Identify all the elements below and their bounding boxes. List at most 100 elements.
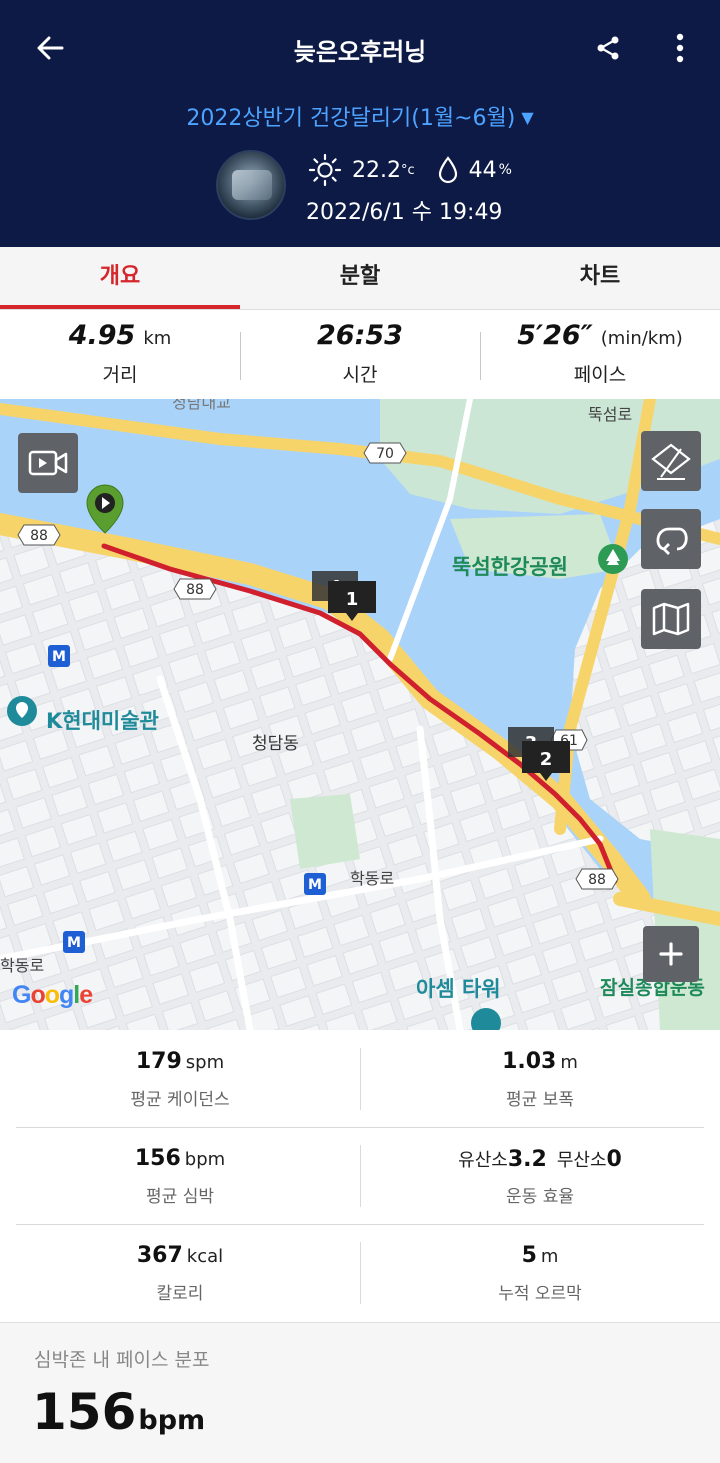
- route-loop-icon: [656, 527, 688, 555]
- humidity-value: 44: [468, 157, 497, 183]
- metro-icon: M: [63, 931, 85, 953]
- pace-label: 페이스: [573, 364, 627, 386]
- stats-grid: 179 spm 평균 케이던스 1.03 m 평균 보폭 156 bpm 평균 심박 …: [0, 1030, 720, 1322]
- more-vertical-icon: [676, 33, 684, 63]
- map-label-hakdong-road-2: 학동로: [0, 956, 45, 975]
- distance-unit: km: [143, 328, 172, 349]
- tab-splits[interactable]: 분할: [240, 247, 480, 309]
- map-label-park: 뚝섬한강공원: [452, 555, 568, 579]
- road-shield-88-a: 88: [17, 524, 61, 546]
- road-shield-70: 70: [363, 442, 407, 464]
- temperature-value: 22.2: [352, 157, 401, 183]
- distance-value: 4.95: [68, 320, 136, 351]
- calories-unit: kcal: [186, 1246, 224, 1267]
- training-effect-label: 운동 효율: [506, 1187, 574, 1207]
- cadence-value: 179: [135, 1049, 182, 1074]
- cadence-label: 평균 케이던스: [130, 1090, 230, 1110]
- svg-text:88: 88: [30, 528, 48, 544]
- pace-unit: (min/km): [600, 328, 683, 349]
- stride-value: 1.03: [502, 1049, 557, 1074]
- place-pin-icon: [7, 696, 37, 726]
- water-drop-icon: [438, 156, 457, 184]
- time-stat: 26:53 시간: [240, 310, 480, 399]
- tab-chart[interactable]: 차트: [480, 247, 720, 309]
- more-options-button[interactable]: [660, 28, 700, 68]
- tab-bar: 개요 분할 차트: [0, 247, 720, 310]
- heart-rate-value: 156: [134, 1146, 181, 1171]
- svg-text:1: 1: [346, 589, 359, 610]
- map-label-asem-tower: 아셈 타워: [416, 977, 501, 1001]
- place-pin-icon: [598, 544, 628, 574]
- svg-text:M: M: [52, 649, 66, 665]
- temperature-unit: °c: [400, 162, 415, 178]
- route-loop-button[interactable]: [641, 509, 701, 569]
- humidity-unit: %: [498, 162, 512, 178]
- route-map[interactable]: 70 88 88 61 88 M M M 4 1 3 2 청담대교 뚝: [0, 399, 720, 1030]
- svg-text:M: M: [308, 877, 322, 893]
- dropdown-caret-icon: ▼: [521, 108, 534, 127]
- program-label: 2022상반기 건강달리기(1월~6월): [186, 106, 516, 131]
- pace-value: 5′26″: [517, 320, 593, 351]
- pace-stat: 5′26″ (min/km) 페이스: [480, 310, 720, 399]
- svg-text:70: 70: [376, 446, 394, 462]
- stride-unit: m: [560, 1052, 578, 1073]
- cadence-unit: spm: [185, 1052, 225, 1073]
- share-icon: [597, 36, 619, 60]
- svg-text:88: 88: [186, 582, 204, 598]
- heart-rate-label: 평균 심박: [146, 1187, 214, 1207]
- activity-summary: 4.95 km 거리 26:53 시간 5′26″ (min/km) 페이스: [0, 310, 720, 399]
- video-button[interactable]: [18, 433, 78, 493]
- calories-value: 367: [136, 1243, 183, 1268]
- heart-zone-value: 156 bpm: [32, 1383, 205, 1441]
- road-shield-88-c: 88: [575, 868, 619, 890]
- stats-row: 367 kcal 칼로리 5m 누적 오르막: [0, 1224, 720, 1321]
- weather-info: 22.2 °c 44 %: [308, 152, 512, 188]
- map-label-cheongdam-bridge: 청담대교: [172, 399, 231, 412]
- tab-overview[interactable]: 개요: [0, 247, 240, 309]
- map-label-ttukseom-road: 뚝섬로: [588, 405, 633, 424]
- svg-text:2: 2: [540, 749, 553, 770]
- map-label-hakdong-road: 학동로: [350, 869, 395, 888]
- road-shield-88-b: 88: [173, 578, 217, 600]
- avatar[interactable]: [216, 150, 286, 220]
- svg-text:88: 88: [588, 872, 606, 888]
- video-icon: [28, 450, 68, 476]
- anaerobic-label: 무산소: [556, 1150, 607, 1171]
- distance-label: 거리: [102, 364, 138, 386]
- aerobic-value: 3.2: [507, 1147, 547, 1172]
- metro-icon: M: [304, 873, 326, 895]
- 3d-view-icon: [651, 443, 691, 480]
- svg-text:M: M: [67, 935, 81, 951]
- map-label-cheongdam-dong: 청담동: [252, 734, 299, 754]
- stats-row: 179 spm 평균 케이던스 1.03 m 평균 보폭: [0, 1030, 720, 1127]
- heart-zone-bpm: 156: [32, 1383, 137, 1441]
- stride-label: 평균 보폭: [506, 1090, 574, 1110]
- add-icon: [659, 942, 683, 966]
- add-button[interactable]: [643, 926, 699, 982]
- stride-stat: 1.03 m 평균 보폭: [360, 1030, 720, 1127]
- activity-datetime: 2022/6/1 수 19:49: [306, 200, 503, 225]
- activity-header: 늦은오후러닝 2022상반기 건강달리기(1월~6월) ▼ 22.2 °c 44…: [0, 0, 720, 247]
- heart-zone-title: 심박존 내 페이스 분포: [34, 1349, 210, 1371]
- map-layers-button[interactable]: [641, 589, 701, 649]
- map-label-museum: K현대미술관: [46, 709, 159, 733]
- share-button[interactable]: [588, 28, 628, 68]
- anaerobic-value: 0: [606, 1147, 622, 1172]
- calories-label: 칼로리: [156, 1284, 204, 1304]
- aerobic-label: 유산소: [458, 1150, 508, 1171]
- time-value: 26:53: [317, 320, 403, 351]
- calories-stat: 367 kcal 칼로리: [0, 1224, 360, 1321]
- google-logo: Google: [12, 981, 93, 1009]
- program-selector[interactable]: 2022상반기 건강달리기(1월~6월) ▼: [0, 100, 720, 132]
- map-layers-icon: [652, 602, 690, 636]
- metro-icon: M: [48, 645, 70, 667]
- 3d-view-button[interactable]: [641, 431, 701, 491]
- elevation-gain-unit: m: [540, 1246, 559, 1267]
- elevation-gain-label: 누적 오르막: [498, 1284, 582, 1304]
- heart-zone-section: 심박존 내 페이스 분포 156 bpm: [0, 1322, 720, 1463]
- distance-stat: 4.95 km 거리: [0, 310, 240, 399]
- elevation-gain-value: 5: [521, 1243, 537, 1268]
- heart-rate-unit: bpm: [184, 1149, 226, 1170]
- stats-row: 156 bpm 평균 심박 유산소 3.2 무산소 0 운동 효율: [0, 1127, 720, 1224]
- cadence-stat: 179 spm 평균 케이던스: [0, 1030, 360, 1127]
